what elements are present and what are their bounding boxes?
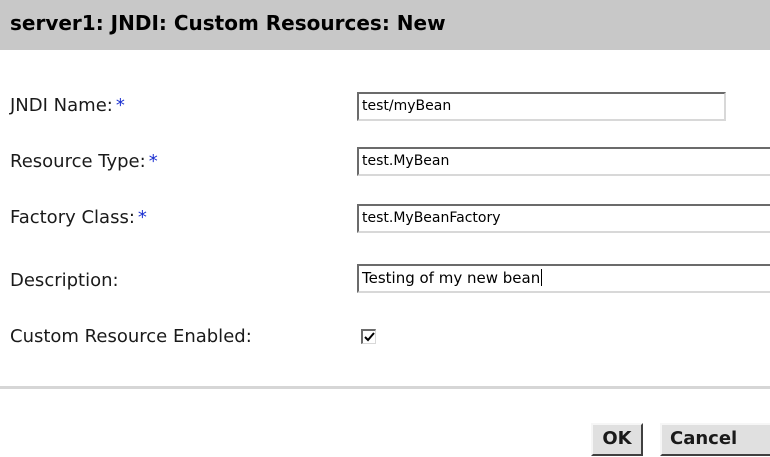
jndi-name-label-text: JNDI Name: [10, 95, 113, 116]
description-row: Description: Testing of my new bean [0, 264, 770, 298]
resource-type-label: Resource Type: * [10, 151, 158, 173]
resource-type-row: Resource Type: * test.MyBean [0, 147, 770, 181]
description-input[interactable]: Testing of my new bean [357, 264, 770, 293]
enabled-checkbox[interactable] [361, 329, 376, 344]
enabled-label: Custom Resource Enabled: [10, 326, 252, 347]
jndi-name-label: JNDI Name: * [10, 95, 125, 117]
factory-class-label-text: Factory Class: [10, 207, 135, 228]
resource-type-label-text: Resource Type: [10, 151, 146, 172]
ok-button[interactable]: OK [591, 423, 643, 456]
title-bar: server1: JNDI: Custom Resources: New [0, 0, 770, 50]
text-caret [541, 269, 543, 286]
description-input-text: Testing of my new bean [362, 269, 541, 287]
required-marker: * [115, 95, 125, 116]
factory-class-row: Factory Class: * test.MyBeanFactory [0, 204, 770, 238]
factory-class-input[interactable]: test.MyBeanFactory [357, 204, 770, 233]
jndi-name-input[interactable]: test/myBean [357, 92, 726, 121]
description-label: Description: [10, 270, 119, 291]
page-title: server1: JNDI: Custom Resources: New [10, 11, 446, 35]
resource-type-input[interactable]: test.MyBean [357, 147, 770, 176]
required-marker: * [137, 207, 147, 228]
required-marker: * [148, 151, 158, 172]
factory-class-label: Factory Class: * [10, 207, 147, 229]
jndi-name-row: JNDI Name: * test/myBean [0, 92, 770, 126]
divider [0, 386, 770, 389]
checkmark-icon [364, 332, 375, 342]
cancel-button[interactable]: Cancel [660, 423, 770, 456]
